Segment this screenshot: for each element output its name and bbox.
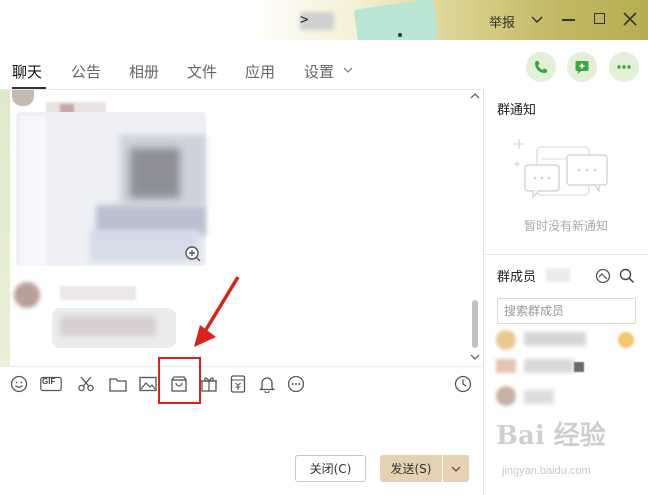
search-icon[interactable] bbox=[619, 268, 635, 284]
notice-title: 群通知 bbox=[497, 103, 537, 118]
window-title: > bbox=[300, 12, 309, 28]
chevron-down-icon[interactable] bbox=[343, 66, 353, 74]
tab-chat[interactable]: 聊天 bbox=[12, 61, 42, 82]
chevron-down-icon[interactable] bbox=[530, 12, 544, 26]
members-title: 群成员 bbox=[497, 270, 537, 285]
gif-label: GIF bbox=[42, 377, 56, 386]
toolbar-divider bbox=[0, 366, 482, 367]
panel-divider bbox=[483, 89, 484, 495]
text-message-blurred bbox=[60, 316, 156, 336]
folder-icon bbox=[109, 378, 127, 392]
close-button[interactable]: 关闭(C) bbox=[295, 455, 366, 482]
member-name-blurred[interactable] bbox=[524, 332, 586, 346]
member-name-blurred[interactable] bbox=[524, 390, 554, 404]
watermark-url: jingyan.baidu.com bbox=[502, 465, 591, 477]
add-message-icon bbox=[575, 61, 589, 74]
tab-settings[interactable]: 设置 bbox=[304, 61, 334, 82]
red-packet-icon bbox=[230, 375, 246, 393]
empty-notice-illustration-icon bbox=[514, 139, 608, 199]
close-icon[interactable] bbox=[622, 11, 638, 27]
report-button[interactable]: 举报 bbox=[489, 12, 515, 31]
bell-icon bbox=[258, 377, 276, 393]
send-button[interactable]: 发送(S) bbox=[380, 455, 442, 482]
annotation-arrow-icon bbox=[194, 276, 240, 347]
annotation-highlight-box bbox=[158, 357, 201, 404]
avatar bbox=[14, 282, 40, 308]
member-count-blurred bbox=[546, 268, 570, 282]
file-button[interactable] bbox=[108, 374, 128, 394]
scrollbar-thumb[interactable] bbox=[472, 300, 478, 348]
image-icon bbox=[139, 376, 157, 392]
image-message-tile bbox=[20, 116, 46, 266]
gift-icon bbox=[201, 377, 217, 392]
scroll-down-icon[interactable] bbox=[470, 353, 480, 361]
tab-apps[interactable]: 应用 bbox=[245, 61, 275, 82]
red-packet-button[interactable] bbox=[228, 374, 248, 394]
tab-announcement[interactable]: 公告 bbox=[71, 61, 101, 82]
image-message-tile bbox=[130, 148, 180, 198]
skin-decoration bbox=[353, 0, 439, 40]
owner-badge-icon bbox=[618, 332, 634, 348]
send-options-button[interactable] bbox=[443, 455, 469, 482]
member-name-blurred[interactable] bbox=[524, 359, 574, 373]
maximize-button[interactable] bbox=[594, 13, 605, 24]
avatar bbox=[12, 90, 34, 106]
more-icon bbox=[287, 375, 305, 393]
reminder-button[interactable] bbox=[257, 374, 277, 394]
zoom-in-icon[interactable] bbox=[185, 246, 201, 262]
more-icon bbox=[617, 65, 631, 69]
sender-name-blurred bbox=[60, 286, 136, 300]
image-button[interactable] bbox=[138, 374, 158, 394]
title-bar: > 举报 bbox=[0, 0, 648, 40]
member-badge-icon bbox=[574, 362, 584, 372]
watermark-brand: Bai 经验 bbox=[496, 421, 606, 451]
more-button[interactable] bbox=[609, 52, 639, 82]
phone-icon bbox=[535, 61, 547, 73]
member-search-input[interactable] bbox=[497, 298, 636, 324]
avatar[interactable] bbox=[496, 330, 516, 350]
baidu-jingyan-watermark: Bai 经验 jingyan.baidu.com bbox=[496, 415, 648, 495]
tab-album[interactable]: 相册 bbox=[129, 61, 159, 82]
minimize-button[interactable] bbox=[562, 19, 575, 21]
skin-decoration bbox=[0, 90, 10, 366]
toolbar-more-button[interactable] bbox=[286, 374, 306, 394]
scissors-icon bbox=[78, 376, 94, 392]
avatar[interactable] bbox=[496, 359, 516, 373]
notice-empty-text: 暂时没有新通知 bbox=[524, 219, 609, 233]
emoji-icon bbox=[10, 375, 28, 393]
right-panel-divider bbox=[484, 254, 648, 255]
skin-decoration-dot bbox=[398, 33, 402, 37]
chevron-down-icon bbox=[451, 466, 461, 472]
clock-icon bbox=[454, 375, 472, 393]
history-button[interactable] bbox=[453, 374, 473, 394]
scroll-up-icon[interactable] bbox=[470, 92, 480, 100]
gif-button[interactable]: GIF bbox=[39, 374, 63, 394]
member-management-icon[interactable] bbox=[595, 268, 611, 284]
voice-call-button[interactable] bbox=[526, 52, 556, 82]
new-message-button[interactable] bbox=[567, 52, 597, 82]
message-input[interactable] bbox=[6, 404, 476, 448]
image-message-tile bbox=[90, 230, 200, 262]
avatar[interactable] bbox=[496, 386, 516, 406]
gift-button[interactable] bbox=[199, 374, 219, 394]
screenshot-button[interactable] bbox=[76, 374, 96, 394]
emoji-button[interactable] bbox=[9, 374, 29, 394]
tab-files[interactable]: 文件 bbox=[187, 61, 217, 82]
